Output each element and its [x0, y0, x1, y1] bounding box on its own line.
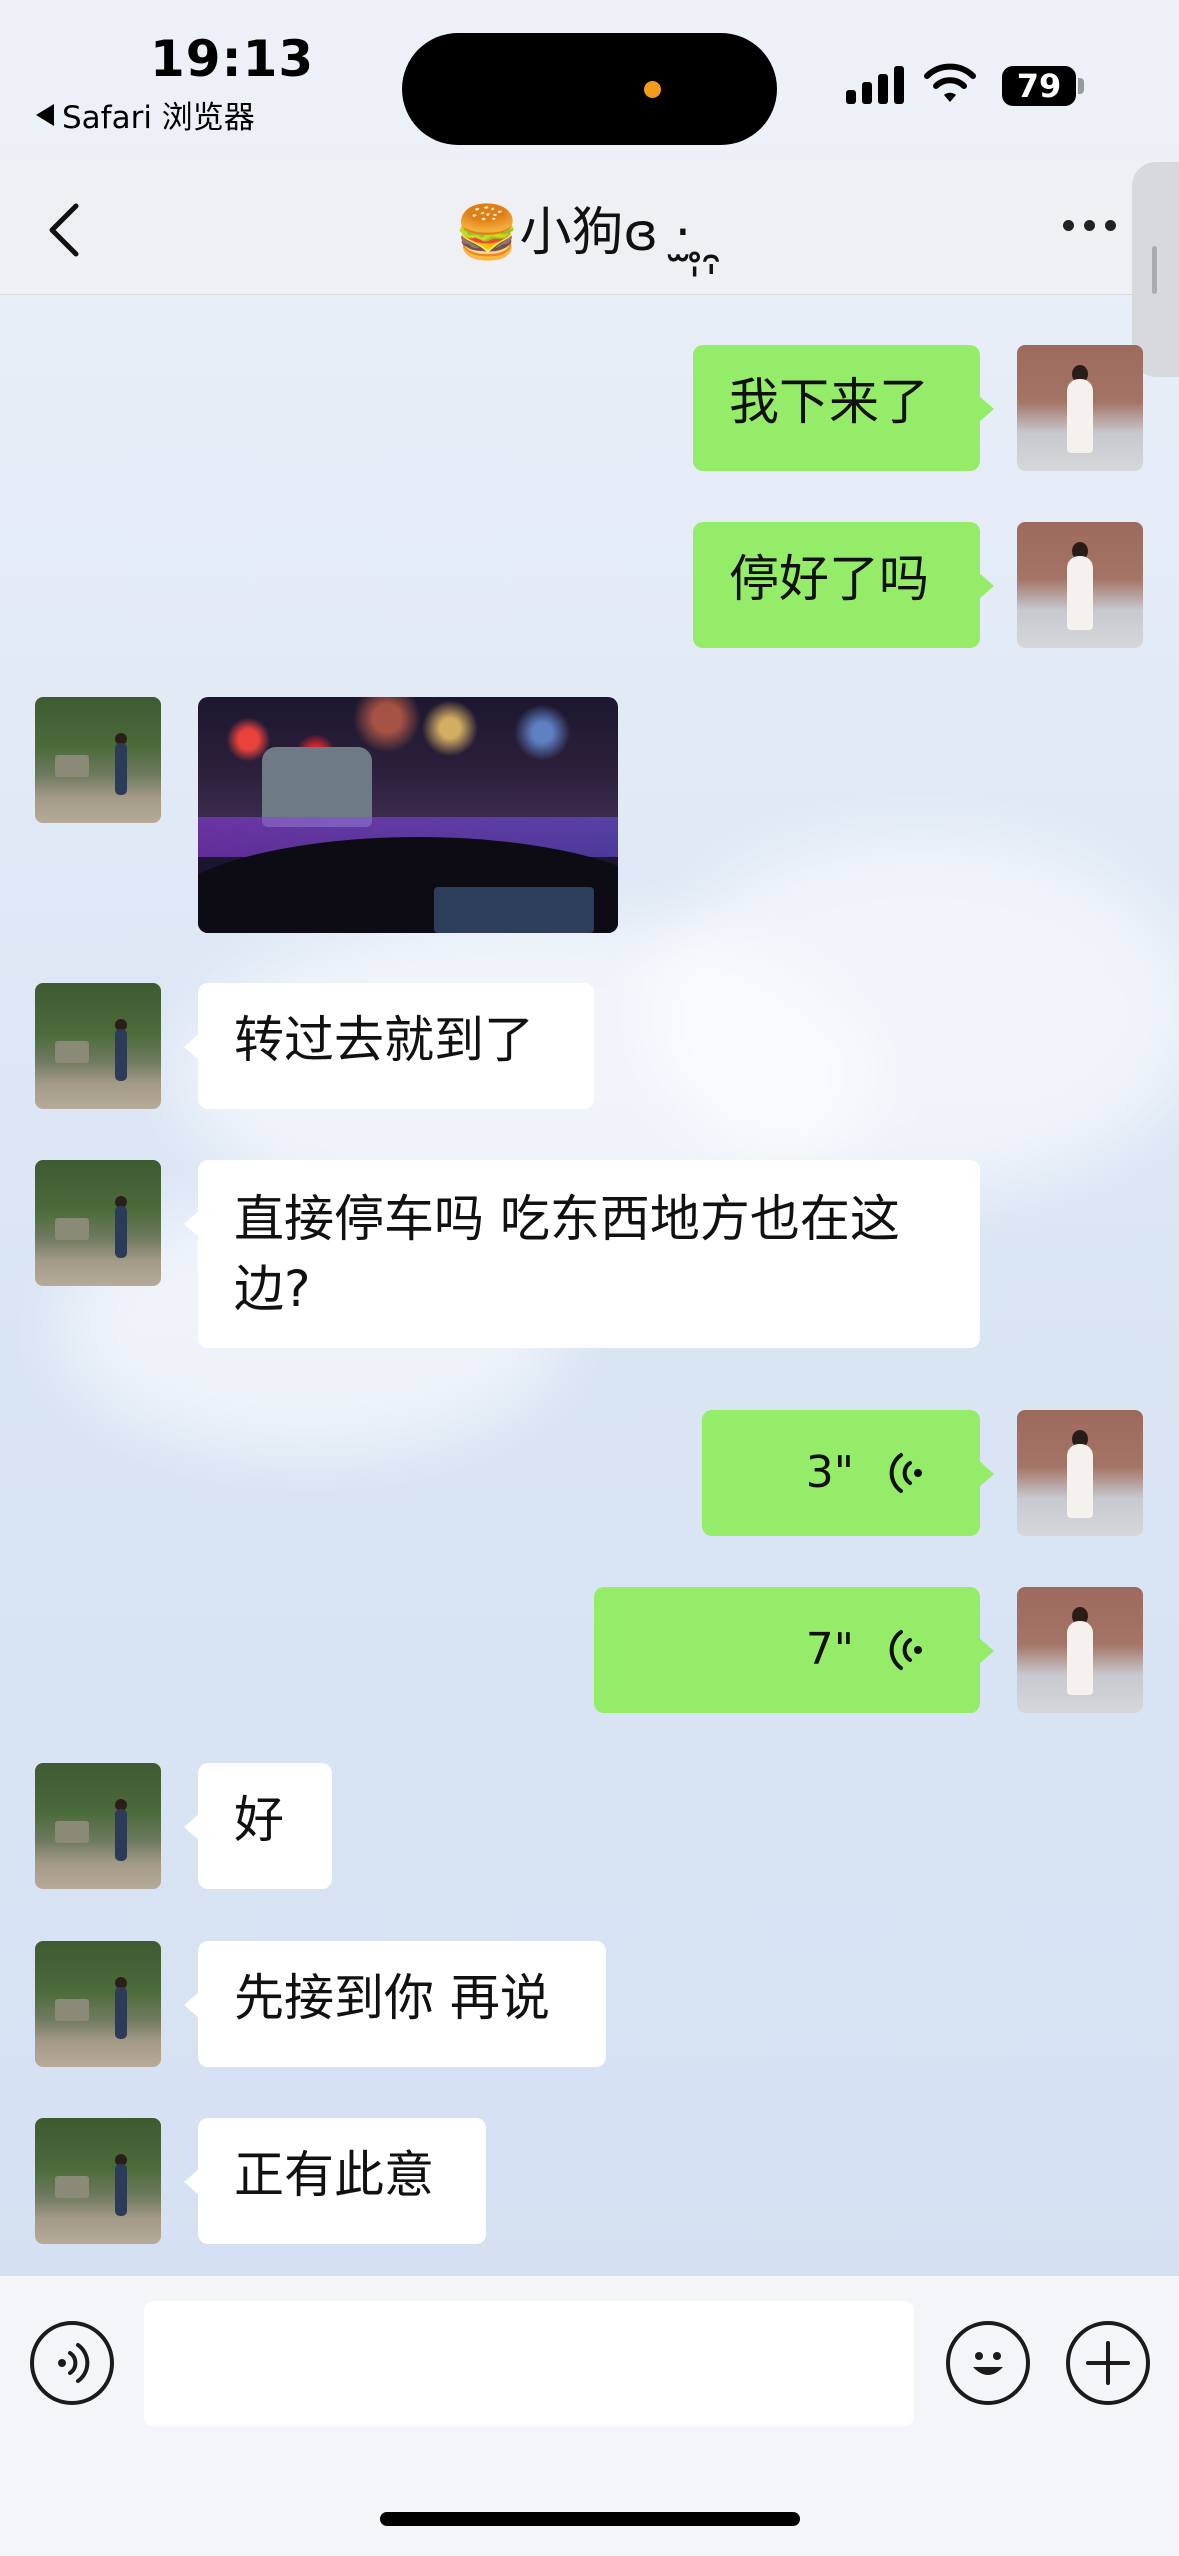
- my-avatar[interactable]: [1017, 522, 1143, 648]
- message-list[interactable]: 我下来了 停好了吗 转过去就到了 直接停车吗 吃东西地方也在这边? 3" 7": [0, 295, 1179, 2275]
- friend-message-bubble[interactable]: 正有此意: [184, 2118, 486, 2244]
- emoji-icon[interactable]: [946, 2321, 1030, 2405]
- my-avatar[interactable]: [1017, 345, 1143, 471]
- chat-header: 🍔小狗ɞ ·̫ ̥̩ ̯̩: [0, 160, 1179, 295]
- voice-wave-icon: [889, 1453, 922, 1493]
- my-avatar[interactable]: [1017, 1587, 1143, 1713]
- voice-message-bubble[interactable]: 7": [594, 1587, 994, 1713]
- voice-duration: 7": [805, 1624, 854, 1675]
- message-text: 直接停车吗 吃东西地方也在这边?: [234, 1190, 900, 1318]
- status-bar: 19:13 Safari 浏览器 79: [0, 0, 1179, 160]
- message-text: 停好了吗: [729, 550, 929, 608]
- friend-avatar[interactable]: [35, 983, 161, 1109]
- image-message[interactable]: [198, 697, 618, 933]
- message-text: 好: [234, 1791, 284, 1849]
- friend-message-bubble[interactable]: 好: [184, 1763, 332, 1889]
- voice-message-bubble[interactable]: 3": [702, 1410, 994, 1536]
- back-to-app-link[interactable]: Safari 浏览器: [36, 92, 255, 137]
- voice-input-icon[interactable]: [30, 2321, 114, 2405]
- back-app-label: Safari 浏览器: [62, 100, 255, 136]
- friend-message-bubble[interactable]: 转过去就到了: [184, 983, 594, 1109]
- back-triangle-icon: [36, 103, 54, 126]
- message-input[interactable]: [144, 2301, 914, 2426]
- message-text: 转过去就到了: [234, 1011, 534, 1069]
- dynamic-island: [402, 33, 777, 145]
- friend-avatar[interactable]: [35, 2118, 161, 2244]
- friend-message-bubble[interactable]: 先接到你 再说: [184, 1941, 606, 2067]
- plus-icon[interactable]: [1066, 2321, 1150, 2405]
- my-avatar[interactable]: [1017, 1410, 1143, 1536]
- message-text: 我下来了: [729, 373, 929, 431]
- cellular-signal-icon: [846, 64, 904, 104]
- battery-indicator: 79: [1002, 66, 1076, 106]
- home-indicator[interactable]: [380, 2512, 800, 2526]
- voice-duration: 3": [805, 1447, 854, 1498]
- battery-tip: [1078, 78, 1084, 94]
- status-time: 19:13: [150, 30, 315, 88]
- my-message-bubble[interactable]: 停好了吗: [693, 522, 994, 648]
- my-message-bubble[interactable]: 我下来了: [693, 345, 994, 471]
- voice-wave-icon: [889, 1630, 922, 1670]
- recording-dot: [644, 81, 661, 98]
- friend-avatar[interactable]: [35, 697, 161, 823]
- friend-avatar[interactable]: [35, 1941, 161, 2067]
- message-text: 正有此意: [234, 2146, 434, 2204]
- wifi-icon: [924, 63, 976, 102]
- ellipsis-icon[interactable]: [1063, 220, 1116, 231]
- friend-avatar[interactable]: [35, 1160, 161, 1286]
- voice-wave-icon: [58, 2343, 90, 2383]
- chat-title: 🍔小狗ɞ ·̫ ̥̩ ̯̩: [454, 203, 725, 263]
- friend-avatar[interactable]: [35, 1763, 161, 1889]
- friend-message-bubble[interactable]: 直接停车吗 吃东西地方也在这边?: [184, 1160, 980, 1348]
- message-text: 先接到你 再说: [234, 1969, 550, 2027]
